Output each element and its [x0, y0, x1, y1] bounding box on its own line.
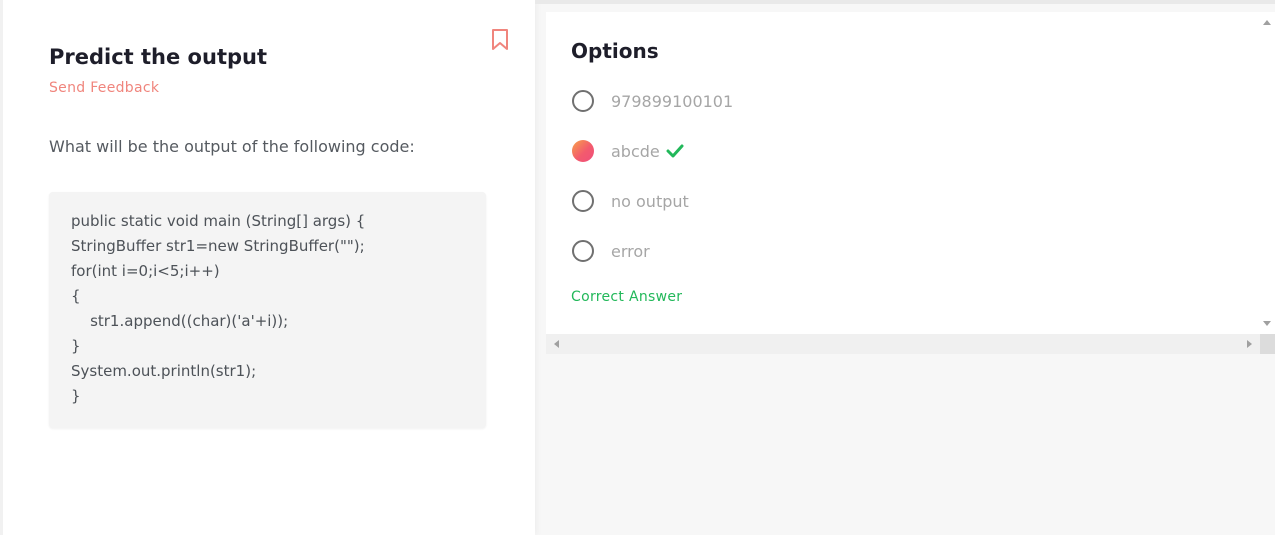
checkmark-icon	[666, 144, 684, 158]
scroll-up-icon[interactable]	[1263, 20, 1271, 25]
scroll-left-icon[interactable]	[554, 340, 559, 348]
code-line: public static void main (String[] args) …	[71, 212, 366, 230]
radio-button[interactable]	[572, 240, 594, 262]
question-title: Predict the output	[49, 45, 267, 69]
radio-button[interactable]	[572, 90, 594, 112]
top-divider	[535, 0, 1275, 4]
option-label: error	[611, 241, 650, 261]
correct-answer-text: Correct Answer	[571, 289, 683, 305]
option-2[interactable]: abcde	[572, 139, 684, 163]
radio-button-selected[interactable]	[572, 140, 594, 162]
option-label: abcde	[611, 141, 660, 161]
horizontal-scrollbar[interactable]	[546, 334, 1260, 354]
vertical-scrollbar[interactable]	[1260, 12, 1275, 334]
code-line: }	[71, 387, 81, 405]
scroll-down-icon[interactable]	[1263, 321, 1271, 326]
option-4[interactable]: error	[572, 239, 650, 263]
bookmark-icon[interactable]	[490, 28, 510, 52]
code-block: public static void main (String[] args) …	[49, 192, 486, 428]
code-line: for(int i=0;i<5;i++)	[71, 262, 220, 280]
options-panel: Options 979899100101 abcde no output err…	[546, 12, 1260, 334]
code-line: str1.append((char)('a'+i));	[71, 312, 289, 330]
option-1[interactable]: 979899100101	[572, 89, 733, 113]
code-line: }	[71, 337, 81, 355]
option-3[interactable]: no output	[572, 189, 689, 213]
radio-button[interactable]	[572, 190, 594, 212]
options-title: Options	[571, 39, 659, 63]
question-panel: Predict the output Send Feedback What wi…	[0, 0, 535, 535]
code-line: System.out.println(str1);	[71, 362, 257, 380]
code-line: {	[71, 287, 81, 305]
question-prompt: What will be the output of the following…	[49, 137, 415, 156]
send-feedback-link[interactable]: Send Feedback	[49, 80, 159, 96]
option-label: no output	[611, 191, 689, 211]
option-label: 979899100101	[611, 91, 734, 111]
scroll-right-icon[interactable]	[1247, 340, 1252, 348]
scrollbar-corner	[1260, 334, 1275, 354]
code-line: StringBuffer str1=new StringBuffer("");	[71, 237, 365, 255]
